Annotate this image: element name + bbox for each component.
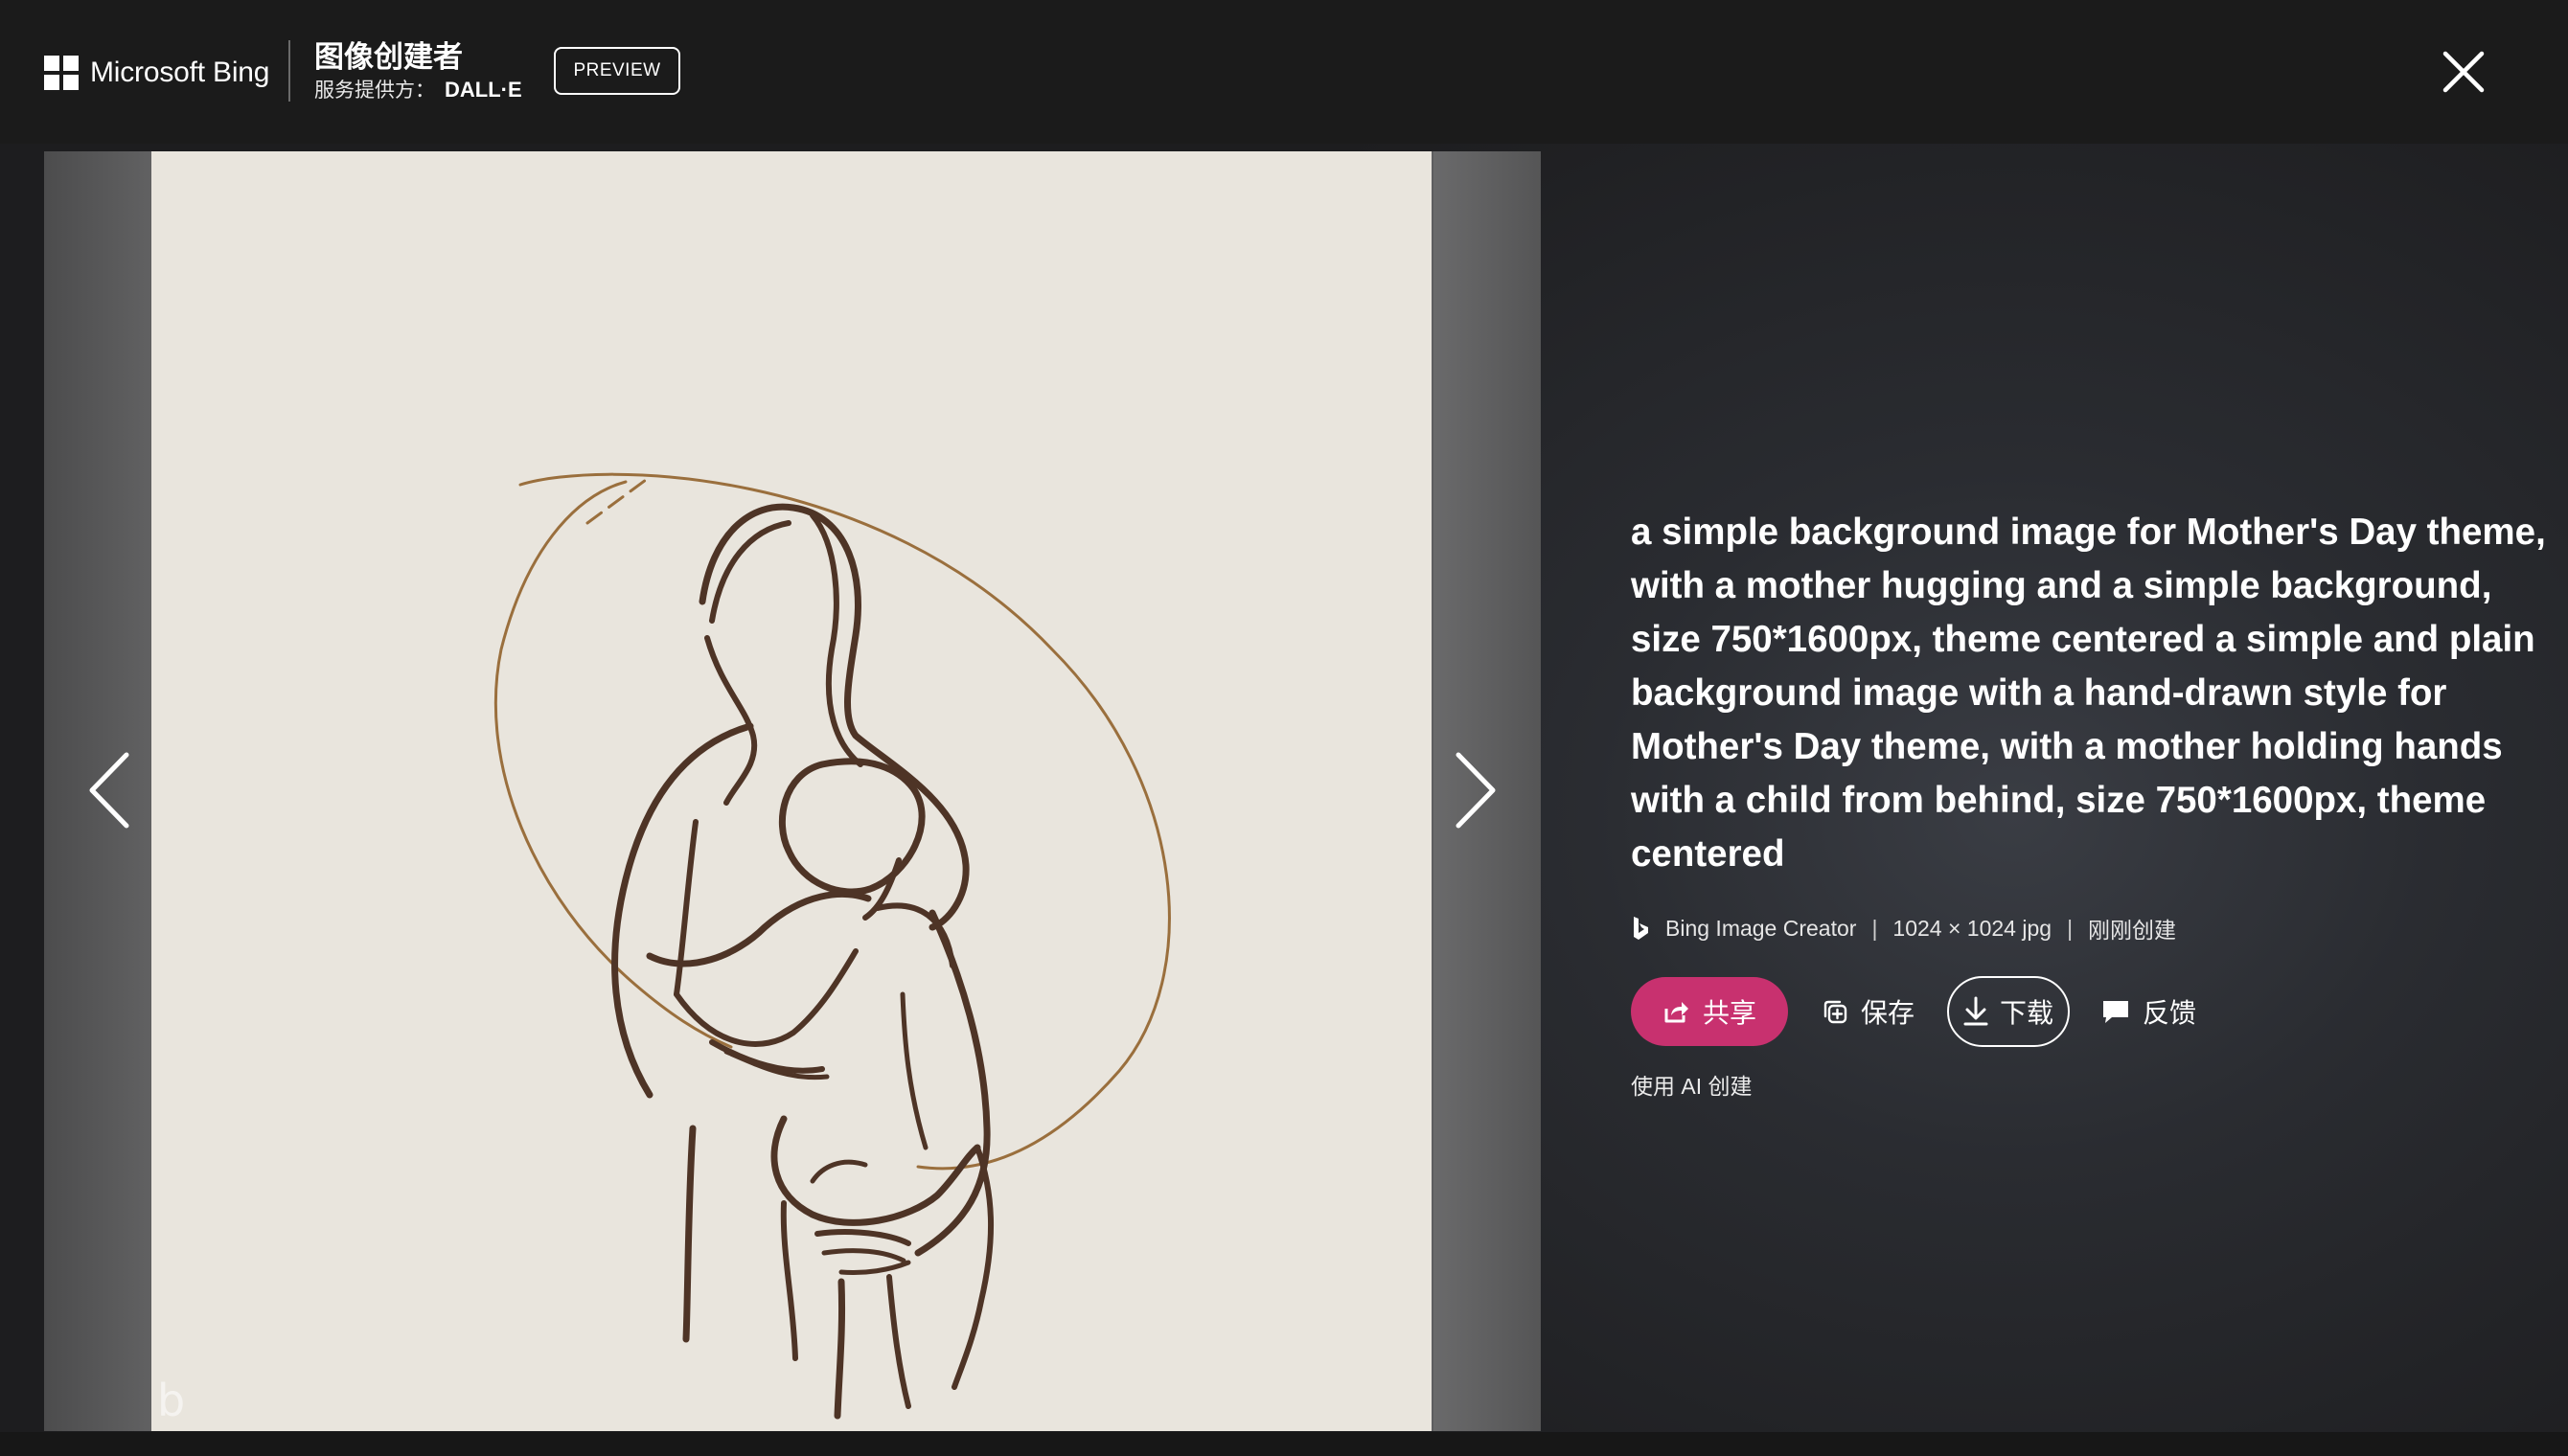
image-actions: 共享 保存 下载 反馈 [1631,976,2551,1047]
close-button[interactable] [2440,48,2488,96]
share-label: 共享 [1702,998,1756,1028]
image-details-panel: a simple background image for Mother's D… [1631,506,2551,1101]
download-icon [1963,996,1988,1026]
bing-icon [1634,917,1648,940]
provider-prefix: 服务提供方： [314,80,435,102]
brand-name: Microsoft Bing [90,57,270,88]
next-image-button[interactable] [1445,749,1502,831]
save-label: 保存 [1861,998,1915,1028]
microsoft-logo-icon [44,56,79,90]
image-creator-link[interactable]: 图像创建者 服务提供方： DALL·E [314,40,522,104]
meta-separator: | [2067,915,2074,941]
header-divider [288,40,290,102]
image-meta: Bing Image Creator | 1024 × 1024 jpg | 刚… [1631,912,2551,944]
mother-child-line-art: b [157,472,1171,1426]
feedback-label: 反馈 [2143,998,2197,1028]
microsoft-bing-link[interactable]: Microsoft Bing [44,56,269,90]
image-created-time: 刚刚创建 [2088,918,2177,943]
download-label: 下载 [2000,998,2054,1028]
bottom-strip [0,1432,2568,1456]
created-with-ai-note: 使用 AI 创建 [1631,1074,1753,1099]
chevron-right-icon [1456,752,1496,829]
watermark-logo: b [157,1375,185,1426]
meta-separator: | [1871,915,1878,941]
share-button[interactable]: 共享 [1631,977,1788,1046]
feedback-icon [2103,1001,2129,1023]
top-header: Microsoft Bing 图像创建者 服务提供方： DALL·E PREVIE… [0,0,2568,144]
provider-name: DALL·E [445,78,522,102]
image-prompt: a simple background image for Mother's D… [1631,512,2546,875]
close-icon [2442,51,2485,93]
share-icon [1664,1002,1688,1023]
previous-image-button[interactable] [82,749,140,831]
image-dimensions: 1024 × 1024 jpg [1892,915,2052,941]
generated-image[interactable]: b [151,151,1432,1431]
download-button[interactable]: 下载 [1947,976,2071,1047]
chevron-left-icon [89,752,129,829]
image-source: Bing Image Creator [1665,915,1857,941]
collection-add-icon [1823,1000,1847,1024]
feedback-button[interactable]: 反馈 [2100,992,2196,1031]
product-provider: 服务提供方： DALL·E [314,77,522,104]
product-title: 图像创建者 [314,40,463,74]
save-button[interactable]: 保存 [1821,992,1915,1031]
preview-badge: PREVIEW [554,47,680,95]
